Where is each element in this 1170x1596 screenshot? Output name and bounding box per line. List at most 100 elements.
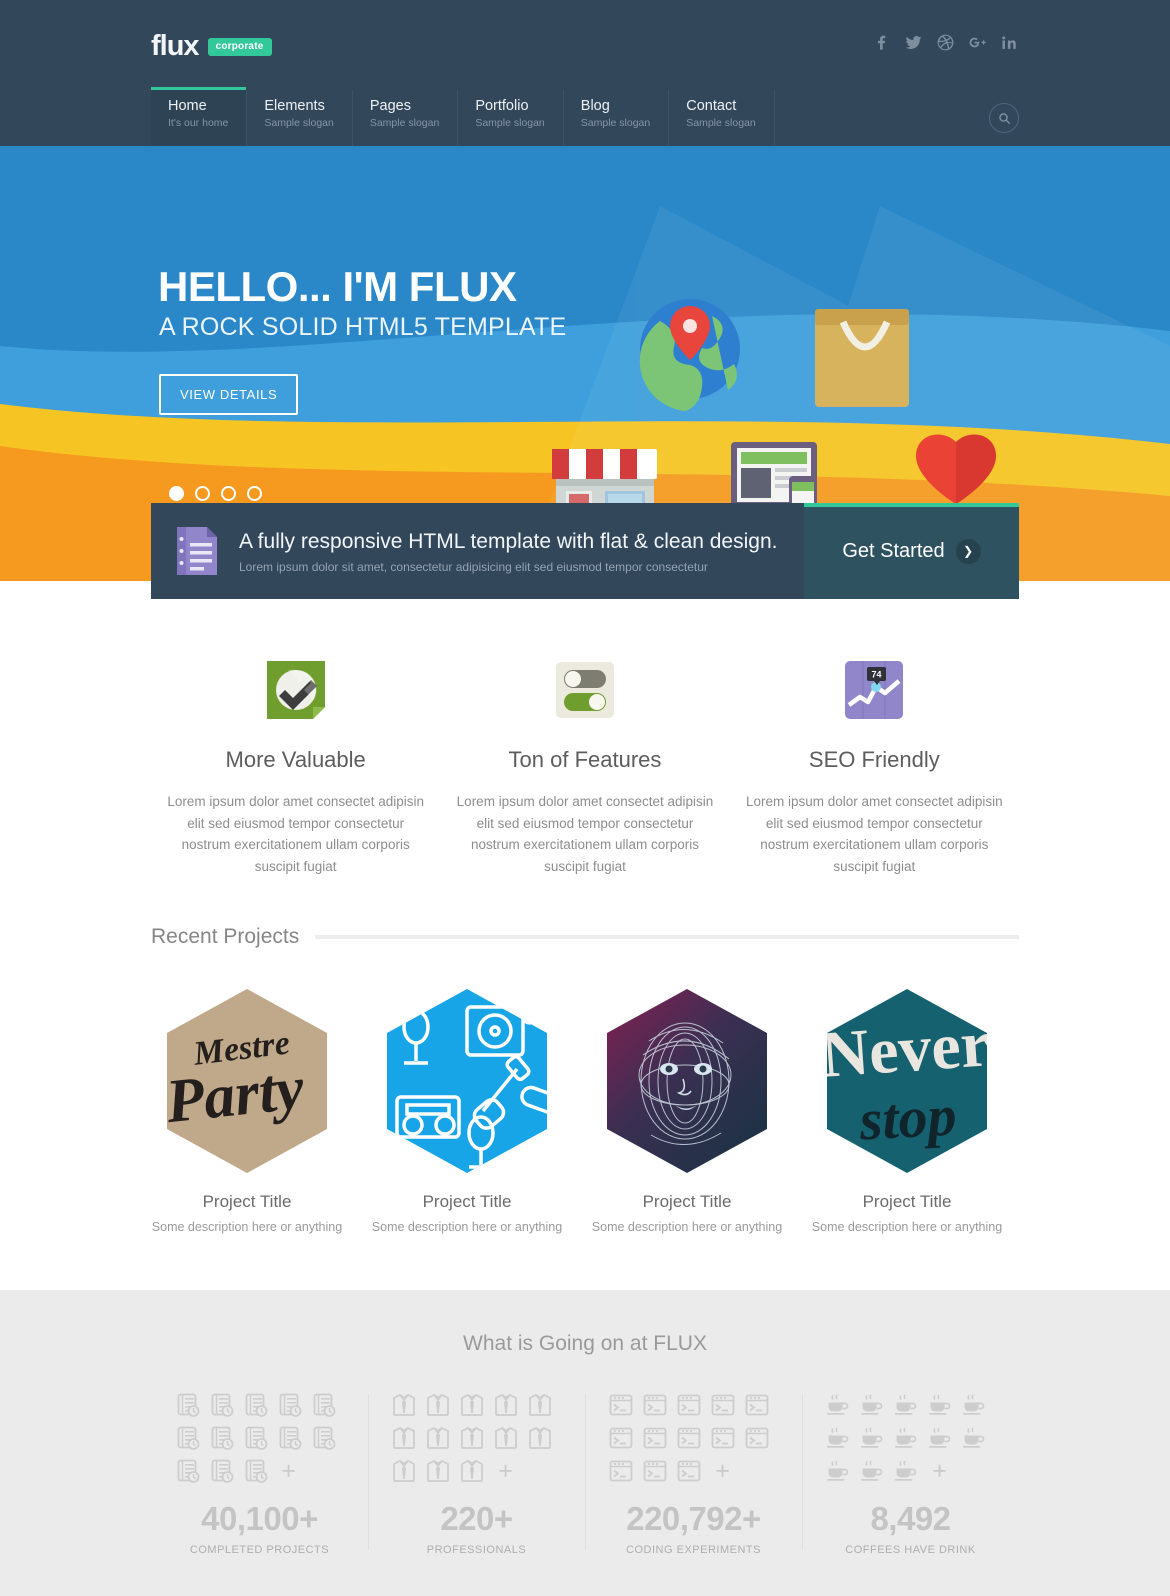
terminal-window-icon <box>744 1425 770 1451</box>
shirt-tie-icon <box>459 1392 485 1418</box>
stat-coding-experiments: + 220,792+ CODING EXPERIMENTS <box>585 1392 802 1556</box>
terminal-window-icon <box>642 1425 668 1451</box>
notebook-clock-icon <box>174 1425 200 1451</box>
stat-label: CODING EXPERIMENTS <box>626 1544 761 1556</box>
project-description: Some description here or anything <box>151 1220 343 1234</box>
stat-value: 40,100+ <box>201 1500 318 1537</box>
slider-pagination <box>169 486 262 501</box>
statistics-heading: What is Going on at FLUX <box>463 1332 707 1355</box>
project-title: Project Title <box>642 1192 732 1211</box>
coffee-cup-icon <box>893 1425 919 1451</box>
shirt-tie-icon <box>459 1425 485 1451</box>
terminal-window-icon <box>710 1392 736 1418</box>
terminal-window-icon <box>744 1392 770 1418</box>
terminal-window-icon <box>608 1458 634 1484</box>
slider-dot-2[interactable] <box>195 486 210 501</box>
notebook-clock-icon <box>208 1425 234 1451</box>
notebook-clock-icon <box>208 1392 234 1418</box>
nav-item-slogan: Sample slogan <box>369 117 440 129</box>
slider-dot-1[interactable] <box>169 486 184 501</box>
stat-plus-icon: + <box>281 1457 296 1485</box>
coffee-cup-icon <box>825 1425 851 1451</box>
nav-item-pages[interactable]: Pages Sample slogan <box>351 90 457 146</box>
coffee-cup-icon <box>859 1458 885 1484</box>
feature-more-valuable: More Valuable Lorem ipsum dolor amet con… <box>151 657 440 877</box>
twitter-icon[interactable] <box>904 33 923 52</box>
shirt-tie-icon-group: + <box>391 1392 563 1484</box>
nav-item-contact[interactable]: Contact Sample slogan <box>668 90 773 146</box>
shirt-tie-icon <box>425 1458 451 1484</box>
project-card: Project Title Some description here or a… <box>591 985 783 1234</box>
search-icon <box>998 112 1010 124</box>
search-button[interactable] <box>989 103 1019 133</box>
project-art-word-1: Never <box>819 1007 992 1092</box>
slider-dot-3[interactable] <box>221 486 236 501</box>
main-navigation: Home It's our home Elements Sample sloga… <box>151 87 1019 146</box>
nav-item-home[interactable]: Home It's our home <box>151 87 247 146</box>
feature-ton-of-features: Ton of Features Lorem ipsum dolor amet c… <box>440 657 729 877</box>
get-started-label: Get Started <box>842 539 945 562</box>
coffee-cup-icon <box>859 1392 885 1418</box>
nav-item-portfolio[interactable]: Portfolio Sample slogan <box>457 90 562 146</box>
stat-completed-projects: + 40,100+ COMPLETED PROJECTS <box>151 1392 368 1556</box>
notebook-clock-icon <box>174 1392 200 1418</box>
notebook-clock-icon-group: + <box>174 1392 346 1484</box>
project-thumbnail-1[interactable]: Mestre Party <box>151 985 343 1177</box>
feature-title: More Valuable <box>225 747 366 772</box>
logo-badge: corporate <box>207 37 272 56</box>
project-thumbnail-2[interactable] <box>371 985 563 1177</box>
terminal-window-icon <box>710 1425 736 1451</box>
slider-dot-4[interactable] <box>247 486 262 501</box>
linkedin-icon[interactable] <box>1000 33 1019 52</box>
nav-item-blog[interactable]: Blog Sample slogan <box>562 90 668 146</box>
project-title: Project Title <box>862 1192 952 1211</box>
logo-text: flux <box>151 30 200 62</box>
section-divider <box>315 935 1019 939</box>
coffee-cup-icon <box>927 1425 953 1451</box>
view-details-button[interactable]: VIEW DETAILS <box>159 374 299 415</box>
recent-projects-header: Recent Projects <box>151 925 1019 949</box>
coffee-cup-icon <box>961 1392 987 1418</box>
shirt-tie-icon <box>493 1425 519 1451</box>
terminal-window-icon <box>642 1392 668 1418</box>
promo-bar: A fully responsive HTML template with fl… <box>151 503 1019 599</box>
section-title: Recent Projects <box>151 925 300 948</box>
notebook-clock-icon <box>310 1425 336 1451</box>
dribbble-icon[interactable] <box>936 33 955 52</box>
project-title: Project Title <box>202 1192 292 1211</box>
project-thumbnail-4[interactable]: Never stop <box>811 985 1003 1177</box>
stat-professionals: + 220+ PROFESSIONALS <box>368 1392 585 1556</box>
coffee-cup-icon <box>927 1392 953 1418</box>
project-thumbnail-3[interactable] <box>591 985 783 1177</box>
project-description: Some description here or anything <box>811 1220 1003 1234</box>
googleplus-icon[interactable] <box>968 33 987 52</box>
nav-item-label: Elements <box>264 98 325 114</box>
nav-item-slogan: Sample slogan <box>580 117 651 129</box>
notebook-clock-icon <box>310 1392 336 1418</box>
site-header: flux corporate Home It's our home Elemen… <box>0 0 1170 146</box>
analytics-chart-icon: 74 <box>845 661 904 719</box>
stat-value: 220,792+ <box>626 1500 761 1537</box>
page-root: flux corporate Home It's our home Elemen… <box>0 0 1170 1596</box>
logo[interactable]: flux corporate <box>151 0 1019 63</box>
facebook-icon[interactable] <box>872 33 891 52</box>
get-started-button[interactable]: Get Started ❯ <box>804 503 1019 599</box>
terminal-window-icon <box>676 1458 702 1484</box>
notebook-clock-icon <box>242 1425 268 1451</box>
shirt-tie-icon <box>527 1425 553 1451</box>
coffee-cup-icon <box>961 1425 987 1451</box>
terminal-window-icon <box>608 1392 634 1418</box>
toggle-switches-icon <box>555 662 614 718</box>
statistics-section: What is Going on at FLUX + 40,100+ COMPL… <box>0 1290 1170 1596</box>
project-art-word-2: Party <box>162 1054 308 1136</box>
terminal-window-icon <box>642 1458 668 1484</box>
project-description: Some description here or anything <box>371 1220 563 1234</box>
features-section: More Valuable Lorem ipsum dolor amet con… <box>151 657 1019 877</box>
notebook-clock-icon <box>276 1392 302 1418</box>
stat-label: COMPLETED PROJECTS <box>189 1544 330 1556</box>
coffee-cup-icon <box>893 1392 919 1418</box>
nav-item-elements[interactable]: Elements Sample slogan <box>246 90 351 146</box>
hero-title: HELLO... I'M FLUX <box>158 263 517 310</box>
nav-spacer <box>773 90 1019 146</box>
shirt-tie-icon <box>391 1458 417 1484</box>
